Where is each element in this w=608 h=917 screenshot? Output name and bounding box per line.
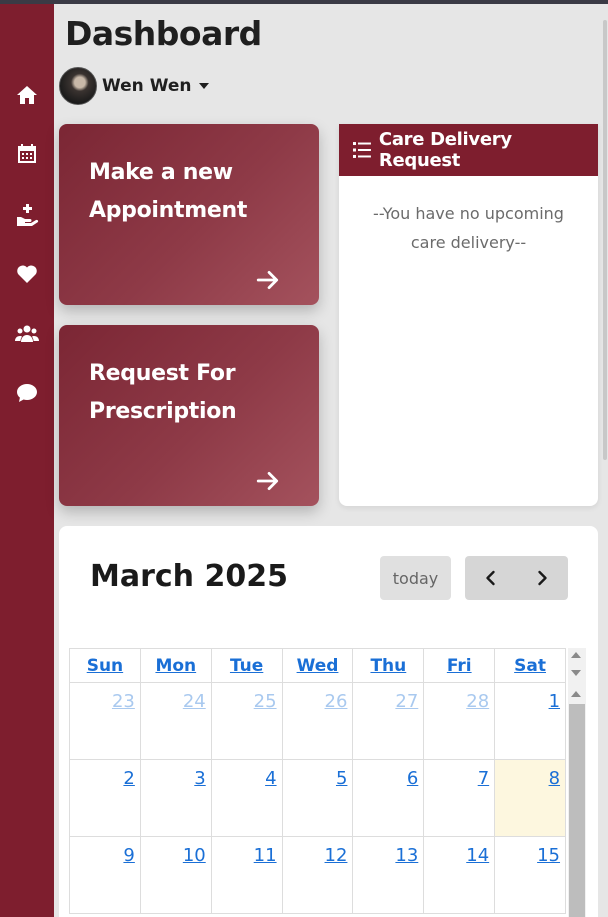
weekday-thu[interactable]: Thu [370,656,406,676]
weekday-mon[interactable]: Mon [155,656,196,676]
calendar-panel: March 2025 today Sun Mon Tue Wed Thu Fri… [59,526,598,917]
calendar-day-cell[interactable]: 23 [70,683,141,760]
calendar-scrollbar-thumb[interactable] [569,704,585,917]
comment-icon[interactable] [14,380,40,406]
list-icon [353,142,371,158]
day-number[interactable]: 27 [395,691,418,712]
user-name: Wen Wen [102,76,192,96]
calendar-day-cell[interactable]: 25 [211,683,283,760]
calendar-week-row: 23 24 25 26 27 28 1 [70,683,567,760]
avatar [59,67,97,105]
day-number[interactable]: 25 [254,691,277,712]
page-scrollbar-thumb[interactable] [603,20,607,460]
day-number[interactable]: 10 [183,845,206,866]
scroll-up-arrow-icon[interactable] [571,652,581,658]
day-number[interactable]: 13 [395,845,418,866]
calendar-grid: Sun Mon Tue Wed Thu Fri Sat 23 24 25 26 … [69,648,567,914]
users-icon[interactable] [14,321,40,347]
care-delivery-panel: Care Delivery Request --You have no upco… [339,124,598,506]
home-icon[interactable] [14,82,40,108]
calendar-week-row: 9 10 11 12 13 14 15 [70,837,567,914]
calendar-day-cell[interactable]: 24 [140,683,212,760]
care-delivery-title: Care Delivery Request [378,129,512,171]
day-number[interactable]: 3 [194,768,205,789]
day-number[interactable]: 11 [254,845,277,866]
calendar-day-cell[interactable]: 27 [353,683,425,760]
weekday-header: Tue [211,649,283,683]
day-number[interactable]: 14 [466,845,489,866]
chevron-right-icon [538,570,547,586]
calendar-day-cell[interactable]: 3 [140,760,212,837]
today-button[interactable]: today [380,556,451,600]
calendar-icon[interactable] [14,141,40,167]
day-number[interactable]: 15 [537,845,560,866]
calendar-day-cell[interactable]: 13 [353,837,425,914]
day-number[interactable]: 23 [112,691,135,712]
arrow-right-icon [255,468,281,494]
weekday-sat[interactable]: Sat [514,656,546,676]
calendar-day-cell[interactable]: 2 [70,760,141,837]
day-number[interactable]: 28 [466,691,489,712]
prev-month-button[interactable] [465,556,517,600]
day-number[interactable]: 2 [123,768,134,789]
weekday-header: Thu [353,649,425,683]
weekday-header: Fri [424,649,496,683]
calendar-week-row: 2 3 4 5 6 7 8 [70,760,567,837]
scroll-down-arrow-icon[interactable] [571,670,581,676]
day-number[interactable]: 9 [123,845,134,866]
calendar-day-cell[interactable]: 9 [70,837,141,914]
care-delivery-header: Care Delivery Request [339,124,598,176]
care-delivery-empty-message: --You have no upcoming care delivery-- [373,204,564,252]
calendar-day-cell[interactable]: 12 [282,837,354,914]
day-number[interactable]: 12 [325,845,348,866]
page-title: Dashboard [65,14,262,53]
user-menu[interactable]: Wen Wen [59,66,210,106]
weekday-header: Sun [70,649,141,683]
calendar-day-cell[interactable]: 14 [424,837,496,914]
calendar-day-cell[interactable]: 4 [211,760,283,837]
heart-icon[interactable] [14,261,40,287]
weekday-header: Sat [495,649,567,683]
calendar-day-cell-today[interactable]: 8 [495,760,567,837]
day-number[interactable]: 8 [549,768,560,789]
weekday-header-row: Sun Mon Tue Wed Thu Fri Sat [70,649,567,683]
calendar-day-cell[interactable]: 26 [282,683,354,760]
weekday-header: Mon [140,649,212,683]
weekday-wed[interactable]: Wed [297,656,339,676]
day-number[interactable]: 6 [407,768,418,789]
day-number[interactable]: 1 [549,691,560,712]
weekday-header: Wed [282,649,354,683]
request-prescription-label: Request For Prescription [89,361,237,424]
calendar-day-cell[interactable]: 1 [495,683,567,760]
new-appointment-card[interactable]: Make a new Appointment [59,124,319,305]
day-number[interactable]: 7 [478,768,489,789]
weekday-tue[interactable]: Tue [230,656,263,676]
caret-down-icon [199,83,210,89]
calendar-title: March 2025 [90,559,288,594]
chevron-left-icon [486,570,495,586]
day-number[interactable]: 24 [183,691,206,712]
weekday-fri[interactable]: Fri [447,656,472,676]
day-number[interactable]: 26 [325,691,348,712]
calendar-day-cell[interactable]: 11 [211,837,283,914]
next-month-button[interactable] [516,556,568,600]
weekday-sun[interactable]: Sun [87,656,123,676]
request-prescription-card[interactable]: Request For Prescription [59,325,319,506]
hand-holding-medical-icon[interactable] [14,201,40,227]
day-number[interactable]: 5 [336,768,347,789]
calendar-day-cell[interactable]: 7 [424,760,496,837]
calendar-day-cell[interactable]: 10 [140,837,212,914]
window-top-bar [0,0,608,4]
scroll-up-arrow-icon[interactable] [571,691,581,697]
calendar-day-cell[interactable]: 5 [282,760,354,837]
calendar-day-cell[interactable]: 28 [424,683,496,760]
new-appointment-label: Make a new Appointment [89,160,248,223]
calendar-day-cell[interactable]: 15 [495,837,567,914]
calendar-day-cell[interactable]: 6 [353,760,425,837]
sidebar [0,4,54,917]
day-number[interactable]: 4 [265,768,276,789]
arrow-right-icon [255,267,281,293]
